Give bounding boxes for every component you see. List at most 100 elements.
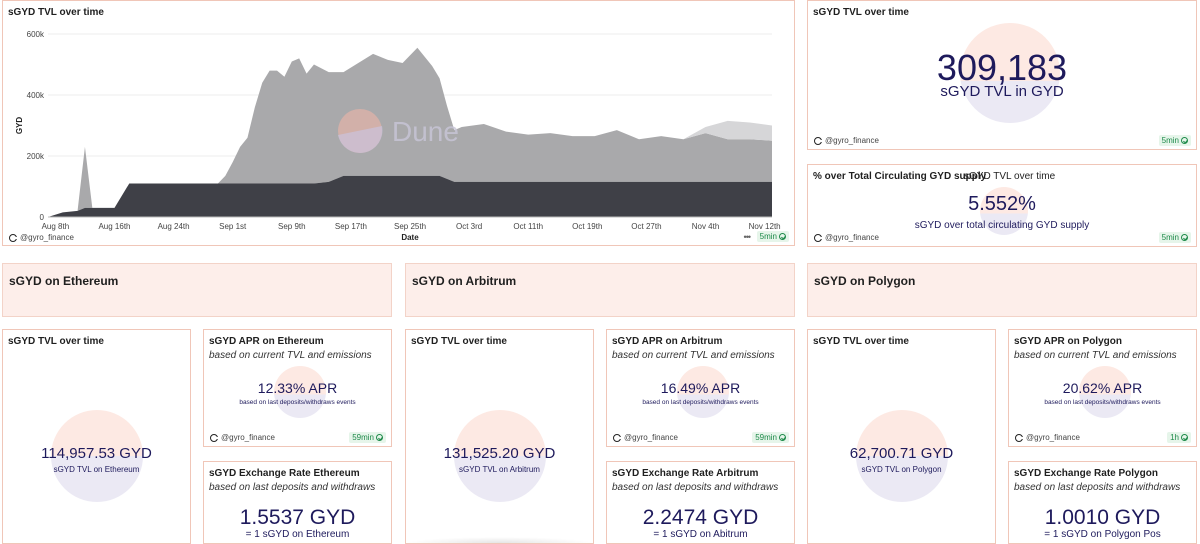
x-tick-label: Oct 27th <box>631 222 661 231</box>
panel-owner-name: @gyro_finance <box>624 433 678 442</box>
arb-tvl-title[interactable]: sGYD TVL over time <box>411 336 507 347</box>
panel-owner[interactable]: @gyro_finance <box>814 233 879 242</box>
poly-tvl-panel: sGYD TVL over time 62,700.71 GYD sGYD TV… <box>807 329 996 544</box>
panel-owner[interactable]: @gyro_finance <box>814 136 879 145</box>
refresh-time: 59min <box>352 433 374 442</box>
tvl-area-chart: Dune 0 200k 400k 600k Aug 8th Aug 16th Aug 24t… <box>15 30 781 242</box>
eth-rate-panel: sGYD Exchange Rate Ethereum based on las… <box>203 461 392 544</box>
dune-watermark: Dune <box>338 109 459 153</box>
gyro-icon <box>814 233 822 242</box>
x-tick-label: Sep 1st <box>219 222 247 231</box>
series-area-base <box>48 175 772 217</box>
panel-owner-name: @gyro_finance <box>825 136 879 145</box>
panel-owner[interactable]: @gyro_finance <box>210 433 275 442</box>
poly-rate-panel: sGYD Exchange Rate Polygon based on last… <box>1008 461 1197 544</box>
gyro-icon <box>814 136 822 145</box>
x-tick-label: Sep 25th <box>394 222 426 231</box>
supply-ratio-title-secondary: sGYD TVL over time <box>964 171 1056 182</box>
y-axis-label: GYD <box>15 117 24 135</box>
eth-apr-label: based on last deposits/withdraws events <box>239 399 356 406</box>
y-tick-label: 400k <box>27 91 45 100</box>
x-axis-label: Date <box>401 233 419 242</box>
arb-rate-title[interactable]: sGYD Exchange Rate Arbitrum <box>612 468 758 479</box>
supply-ratio-panel: % over Total Circulating GYD supply sGYD… <box>807 164 1197 247</box>
x-tick-label: Aug 24th <box>158 222 190 231</box>
poly-tvl-value: 62,700.71 GYD <box>849 445 954 462</box>
check-icon <box>1181 234 1188 241</box>
refresh-time: 1h <box>1170 433 1179 442</box>
gyro-icon <box>613 433 621 442</box>
supply-ratio-value: 5.552% <box>968 193 1036 215</box>
x-tick-label: Oct 19th <box>572 222 602 231</box>
supply-ratio-label: sGYD over total circulating GYD supply <box>914 220 1090 231</box>
arb-apr-panel: sGYD APR on Arbitrum based on current TV… <box>606 329 795 447</box>
chart-owner[interactable]: @gyro_finance <box>9 233 74 242</box>
refresh-badge: 59min <box>349 432 386 443</box>
section-title: sGYD on Ethereum <box>9 274 119 288</box>
eth-rate-value: 1.5537 GYD <box>239 506 356 529</box>
watermark-text: Dune <box>392 116 459 147</box>
refresh-badge: 59min <box>752 432 789 443</box>
refresh-badge: 5min <box>756 231 789 242</box>
tvl-total-title[interactable]: sGYD TVL over time <box>813 7 909 18</box>
tvl-total-panel: sGYD TVL over time 309,183 sGYD TVL in G… <box>807 0 1197 150</box>
y-tick-label: 200k <box>27 152 45 161</box>
y-tick-label: 0 <box>40 213 45 222</box>
eth-rate-label: = 1 sGYD on Ethereum <box>245 529 350 540</box>
eth-tvl-value: 114,957.53 GYD <box>41 445 152 462</box>
arb-tvl-label: sGYD TVL on Arbitrum <box>459 465 540 474</box>
arb-tvl-panel: sGYD TVL over time 131,525.20 GYD sGYD T… <box>405 329 594 544</box>
eth-tvl-title[interactable]: sGYD TVL over time <box>8 336 104 347</box>
section-title: sGYD on Polygon <box>814 274 916 288</box>
x-tick-label: Sep 17th <box>335 222 367 231</box>
panel-owner[interactable]: @gyro_finance <box>613 433 678 442</box>
poly-rate-label: = 1 sGYD on Polygon Pos <box>1044 529 1161 540</box>
gyro-icon <box>210 433 218 442</box>
section-title: sGYD on Arbitrum <box>412 274 517 288</box>
poly-rate-subtitle: based on last deposits and withdraws <box>1014 482 1181 493</box>
poly-apr-panel: sGYD APR on Polygon based on current TVL… <box>1008 329 1197 447</box>
eth-rate-subtitle: based on last deposits and withdraws <box>209 482 376 493</box>
refresh-time: 5min <box>1161 233 1179 242</box>
poly-tvl-title[interactable]: sGYD TVL over time <box>813 336 909 347</box>
poly-rate-value: 1.0010 GYD <box>1044 506 1161 529</box>
gyro-icon <box>1015 433 1023 442</box>
panel-owner-name: @gyro_finance <box>221 433 275 442</box>
poly-apr-title[interactable]: sGYD APR on Polygon <box>1014 336 1122 347</box>
refresh-time: 5min <box>1161 136 1179 145</box>
refresh-badge: 1h <box>1167 432 1191 443</box>
refresh-badge: 5min <box>1158 135 1191 146</box>
poly-apr-label: based on last deposits/withdraws events <box>1044 399 1161 406</box>
x-tick-label: Sep 9th <box>278 222 306 231</box>
poly-rate-title[interactable]: sGYD Exchange Rate Polygon <box>1014 468 1158 479</box>
tvl-total-label: sGYD TVL in GYD <box>940 83 1064 100</box>
check-icon <box>376 434 383 441</box>
check-icon <box>1181 137 1188 144</box>
x-tick-label: Nov 12th <box>749 222 781 231</box>
eth-apr-panel: sGYD APR on Ethereum based on current TV… <box>203 329 392 447</box>
eth-apr-value: 12.33% APR <box>257 380 338 396</box>
more-options-icon[interactable]: ••• <box>744 232 752 242</box>
x-tick-label: Aug 16th <box>98 222 130 231</box>
x-tick-label: Nov 4th <box>692 222 720 231</box>
eth-rate-title[interactable]: sGYD Exchange Rate Ethereum <box>209 468 360 479</box>
x-tick-label: Oct 11th <box>513 222 543 231</box>
refresh-badge: 5min <box>1158 232 1191 243</box>
x-tick-label: Aug 8th <box>42 222 70 231</box>
panel-shadow <box>406 537 593 543</box>
section-arbitrum: sGYD on Arbitrum <box>405 263 795 317</box>
section-ethereum: sGYD on Ethereum <box>2 263 392 317</box>
section-polygon: sGYD on Polygon <box>807 263 1197 317</box>
panel-owner[interactable]: @gyro_finance <box>1015 433 1080 442</box>
panel-owner-name: @gyro_finance <box>1026 433 1080 442</box>
poly-apr-subtitle: based on current TVL and emissions <box>1014 350 1177 361</box>
eth-apr-title[interactable]: sGYD APR on Ethereum <box>209 336 324 347</box>
supply-ratio-title[interactable]: % over Total Circulating GYD supply <box>813 171 986 182</box>
arb-rate-panel: sGYD Exchange Rate Arbitrum based on las… <box>606 461 795 544</box>
arb-apr-label: based on last deposits/withdraws events <box>642 399 759 406</box>
refresh-time: 59min <box>755 433 777 442</box>
poly-tvl-label: sGYD TVL on Polygon <box>861 465 942 474</box>
x-tick-label: Oct 3rd <box>456 222 482 231</box>
check-icon <box>779 233 786 240</box>
arb-apr-title[interactable]: sGYD APR on Arbitrum <box>612 336 722 347</box>
